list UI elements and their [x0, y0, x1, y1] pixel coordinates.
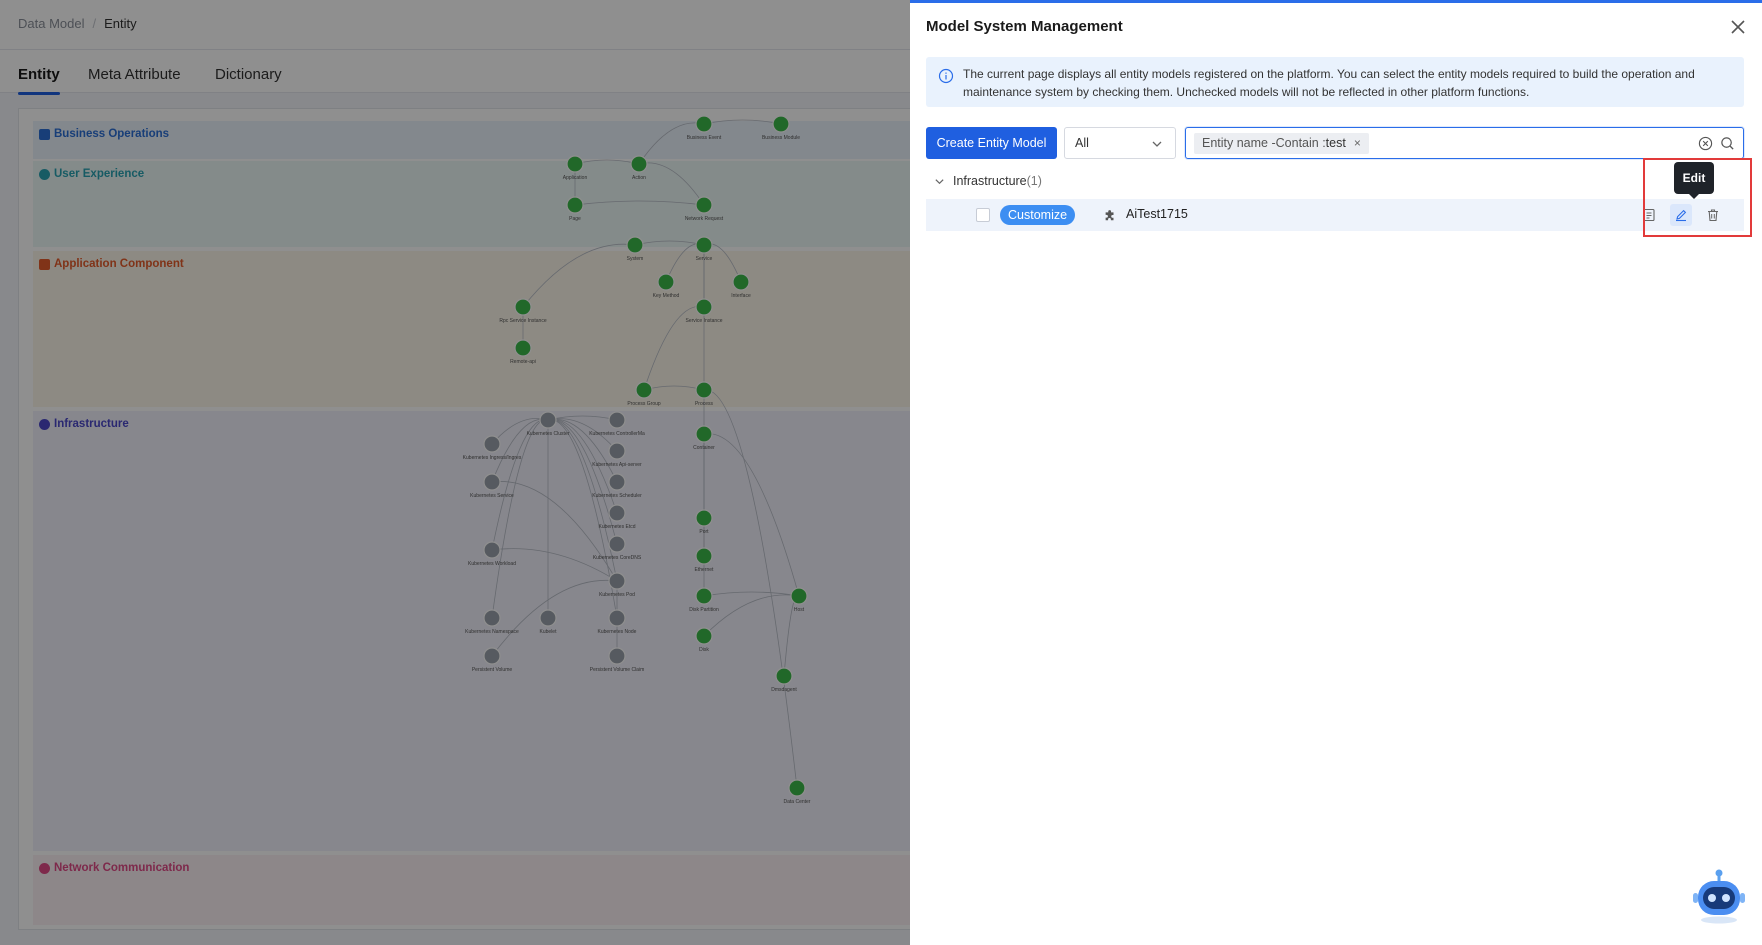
chevron-down-icon[interactable] [934, 176, 945, 187]
group-name-text: Infrastructure [953, 174, 1027, 188]
puzzle-icon [1105, 210, 1114, 221]
search-filter-chip: Entity name -Contain :test × [1194, 133, 1369, 154]
clear-circle-icon[interactable] [1698, 136, 1713, 151]
row-checkbox[interactable] [976, 208, 990, 222]
info-text: The current page displays all entity mod… [963, 67, 1695, 99]
chip-value: test [1325, 136, 1346, 150]
drawer-mask[interactable] [0, 0, 910, 945]
group-infrastructure[interactable]: Infrastructure(1) [934, 174, 1042, 188]
category-select[interactable]: All [1064, 127, 1176, 159]
drawer-title: Model System Management [926, 18, 1123, 35]
group-count: (1) [1026, 174, 1042, 188]
info-icon [938, 68, 954, 84]
category-select-value: All [1075, 136, 1089, 150]
create-entity-model-button[interactable]: Create Entity Model [926, 127, 1057, 159]
customize-tag: Customize [1000, 205, 1076, 225]
edit-tooltip: Edit [1674, 162, 1714, 199]
chip-label: Entity name -Contain : [1202, 136, 1326, 150]
search-input[interactable]: Entity name -Contain :test × [1185, 127, 1744, 159]
chip-remove-icon[interactable]: × [1354, 136, 1361, 150]
model-system-management-drawer: Model System Management The current page… [910, 0, 1762, 945]
entity-name[interactable]: AiTest1715 [1126, 207, 1188, 221]
table-row[interactable]: Customize AiTest1715 [926, 199, 1744, 231]
close-icon[interactable] [1728, 17, 1748, 37]
chevron-down-icon [1152, 141, 1162, 147]
ai-assistant-robot-icon[interactable] [1690, 868, 1748, 926]
search-icon[interactable] [1720, 136, 1735, 151]
group-name: Infrastructure(1) [953, 174, 1042, 188]
info-banner: The current page displays all entity mod… [926, 57, 1744, 107]
